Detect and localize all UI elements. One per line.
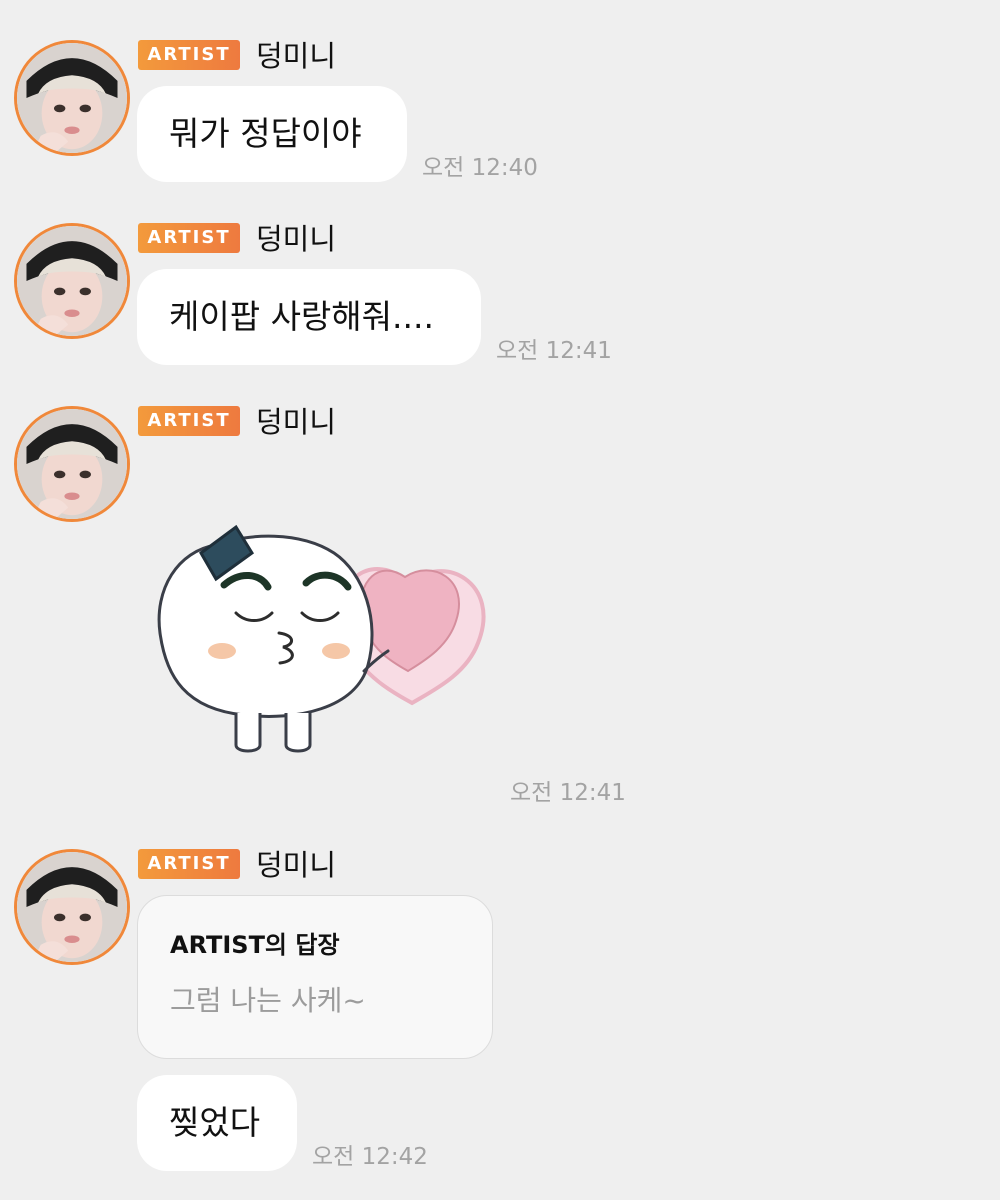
reply-title: ARTIST의 답장 (170, 931, 340, 959)
avatar-photo-icon (17, 226, 127, 336)
avatar-photo-icon (17, 43, 127, 153)
message-bubble[interactable]: 찢었다 (137, 1075, 297, 1171)
sender-name[interactable]: 덩미니 (256, 404, 336, 440)
message-bubble[interactable]: 뭐가 정답이야 (137, 86, 407, 182)
artist-badge: ARTIST (138, 40, 240, 70)
avatar-photo-icon (17, 409, 127, 519)
sender-name[interactable]: 덩미니 (256, 38, 336, 74)
artist-reply-card[interactable]: ARTIST의 답장 그럼 나는 사케~ (137, 895, 493, 1059)
message-timestamp: 오전 12:41 (510, 780, 626, 806)
artist-badge: ARTIST (138, 849, 240, 879)
sender-avatar[interactable] (14, 40, 130, 156)
sender-avatar[interactable] (14, 406, 130, 522)
rice-ball-sticker[interactable] (150, 515, 490, 765)
artist-badge: ARTIST (138, 406, 240, 436)
message-timestamp: 오전 12:40 (422, 155, 538, 181)
sender-name[interactable]: 덩미니 (256, 221, 336, 257)
sender-avatar[interactable] (14, 849, 130, 965)
avatar-photo-icon (17, 852, 127, 962)
sender-avatar[interactable] (14, 223, 130, 339)
rice-ball-kiss-heart-icon (157, 524, 486, 753)
message-bubble[interactable]: 케이팝 사랑해줘.... (137, 269, 481, 365)
message-timestamp: 오전 12:41 (496, 338, 612, 364)
artist-badge: ARTIST (138, 223, 240, 253)
message-timestamp: 오전 12:42 (312, 1144, 428, 1170)
reply-message: 그럼 나는 사케~ (170, 984, 366, 1017)
sender-name[interactable]: 덩미니 (256, 847, 336, 883)
